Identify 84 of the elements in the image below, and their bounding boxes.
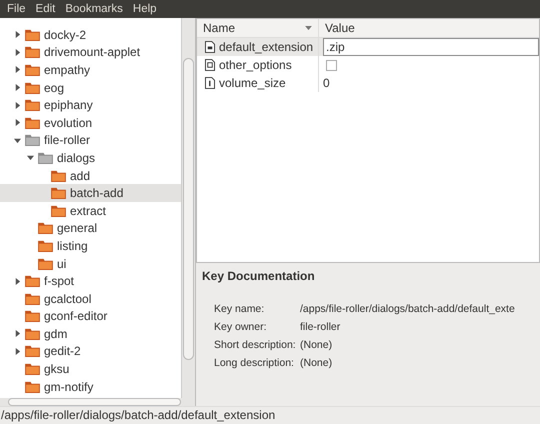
expander-icon[interactable] [14, 278, 21, 285]
folder-icon [25, 28, 40, 41]
tree-item[interactable]: gm-notify [0, 378, 181, 396]
scrollbar[interactable] [181, 18, 195, 398]
tree-item[interactable]: docky-2 [0, 26, 181, 44]
folder-icon [38, 240, 53, 252]
tree-item[interactable]: batch-add [0, 184, 181, 202]
expander-icon[interactable] [14, 119, 21, 126]
key-name: default_extension [219, 40, 314, 54]
checkbox-document-icon [205, 59, 215, 71]
folder-icon [25, 116, 40, 129]
tree-item[interactable]: gksu [0, 360, 181, 378]
sort-icon [305, 26, 312, 30]
menu-item[interactable]: File [2, 3, 31, 15]
tree-item[interactable]: general [0, 220, 181, 238]
expander-icon[interactable] [14, 136, 21, 144]
folder-icon [25, 99, 40, 112]
tree-item[interactable]: drivemount-applet [0, 44, 181, 62]
tree-item[interactable]: eog [0, 78, 181, 96]
tree-item[interactable]: listing [0, 237, 181, 255]
folder-icon [25, 275, 40, 288]
field-label: Short description: [214, 339, 297, 351]
table-row[interactable]: default_extension .zip [197, 38, 539, 56]
folder-icon [38, 152, 53, 164]
folder-icon [25, 363, 40, 376]
folder-icon [25, 310, 40, 322]
tree-item[interactable]: add [0, 166, 181, 184]
menu-item[interactable]: Help [128, 3, 162, 15]
expander-icon[interactable] [14, 66, 21, 74]
expander-icon[interactable] [14, 31, 21, 38]
key-value: 0 [323, 76, 330, 90]
menu-item[interactable]: Bookmarks [60, 3, 128, 15]
folder-icon [25, 328, 40, 340]
tree-item[interactable]: f-spot [0, 272, 181, 290]
document-icon [205, 41, 215, 53]
folder-icon [25, 345, 40, 358]
tree-item[interactable]: gcalctool [0, 290, 181, 308]
tree-item[interactable]: empathy [0, 61, 181, 79]
tree-item[interactable]: file-roller [0, 132, 181, 150]
column-header[interactable]: Value [319, 19, 539, 37]
tree-item[interactable]: dialogs [0, 149, 181, 167]
field-value: (None) [300, 339, 332, 351]
field-label: Key name: [214, 303, 266, 315]
folder-icon [25, 82, 40, 94]
scrollbar[interactable] [0, 398, 195, 406]
folder-icon [25, 292, 40, 305]
expander-icon[interactable] [14, 84, 21, 92]
tree-item[interactable]: epiphany [0, 96, 181, 114]
value-field[interactable]: .zip [323, 38, 539, 56]
checkbox[interactable] [326, 60, 337, 70]
field-value: /apps/file-roller/dialogs/batch-add/default_exte [300, 303, 515, 315]
folder-icon [38, 222, 53, 234]
folder-icon [25, 380, 40, 393]
section-title: Key Documentation [202, 269, 316, 283]
expander-icon[interactable] [14, 48, 21, 56]
folder-icon [25, 64, 40, 76]
folder-icon [51, 204, 66, 217]
field-label: Long description: [214, 357, 295, 369]
expander-icon[interactable] [27, 154, 34, 162]
key-name: other_options [219, 58, 292, 72]
expander-icon[interactable] [14, 348, 21, 355]
key-name: volume_size [219, 76, 286, 90]
expander-icon[interactable] [14, 330, 21, 338]
tree-item[interactable]: ui [0, 254, 181, 272]
field-value: (None) [300, 357, 332, 369]
folder-icon [51, 170, 66, 182]
tree-item[interactable]: evolution [0, 114, 181, 132]
column-header[interactable]: Name [197, 19, 319, 37]
tree-item[interactable]: extract [0, 202, 181, 220]
field-label: Key owner: [214, 321, 268, 333]
menu-item[interactable]: Edit [30, 3, 60, 15]
document-icon [205, 77, 215, 89]
tree-item[interactable]: gedit-2 [0, 342, 181, 360]
tree-item[interactable]: gdm [0, 325, 181, 343]
status-bar: /apps/file-roller/dialogs/batch-add/default_extension [0, 406, 540, 424]
table-row[interactable]: other_options [197, 56, 539, 74]
field-value: file-roller [300, 321, 340, 333]
folder-icon [51, 187, 66, 200]
folder-icon [25, 134, 40, 146]
expander-icon[interactable] [14, 102, 21, 109]
folder-icon [25, 46, 40, 58]
table-row[interactable]: volume_size 0 [197, 74, 539, 92]
folder-icon [38, 258, 53, 270]
tree-item[interactable]: gconf-editor [0, 308, 181, 326]
